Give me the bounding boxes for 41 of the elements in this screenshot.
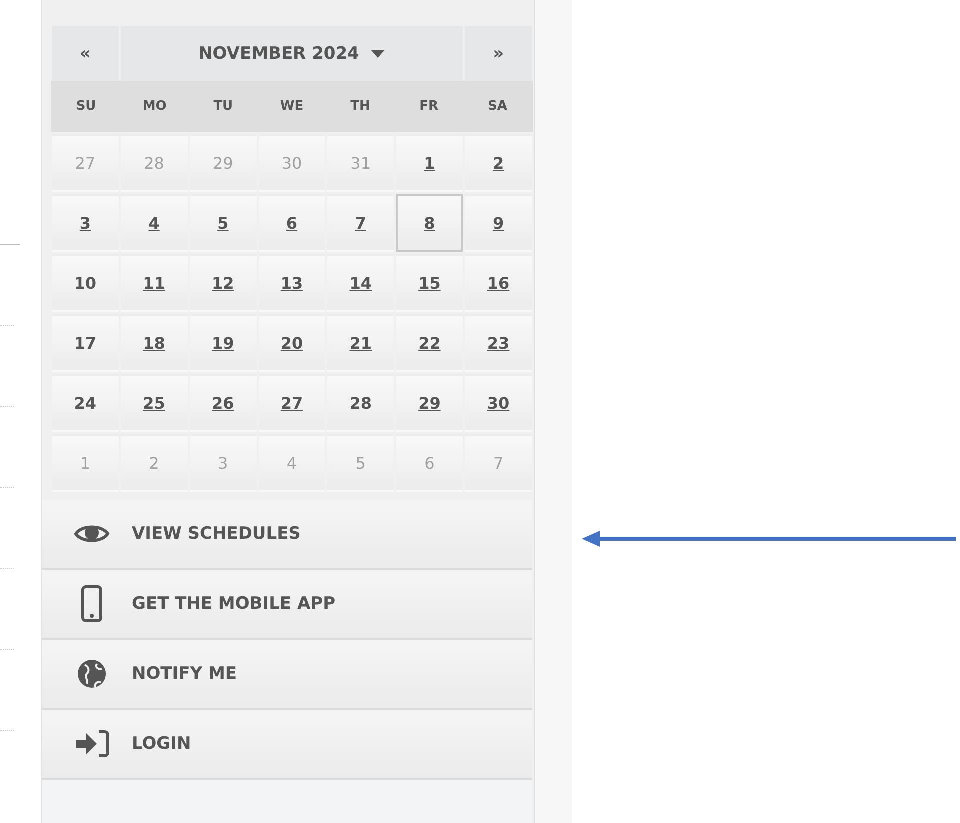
calendar-day[interactable]: 20: [258, 314, 326, 372]
calendar-day[interactable]: 18: [120, 314, 188, 372]
menu-item[interactable]: LOGIN: [42, 710, 532, 780]
calendar-day[interactable]: 11: [120, 254, 188, 312]
calendar-day[interactable]: 26: [190, 374, 257, 432]
calendar-day[interactable]: 15: [396, 254, 464, 312]
menu-item[interactable]: NOTIFY ME: [42, 640, 532, 710]
next-month-button[interactable]: »: [465, 26, 532, 81]
login-icon: [74, 729, 110, 759]
calendar-day[interactable]: 9: [465, 194, 532, 252]
calendar-day[interactable]: 10: [52, 254, 119, 312]
month-picker[interactable]: NOVEMBER 2024: [120, 26, 464, 81]
calendar-day[interactable]: 16: [465, 254, 532, 312]
calendar-day[interactable]: 6: [258, 194, 326, 252]
menu-item[interactable]: GET THE MOBILE APP: [42, 570, 532, 640]
phone-icon: [81, 585, 103, 623]
calendar-day[interactable]: 17: [52, 314, 119, 372]
calendar-day[interactable]: 3: [52, 194, 119, 252]
menu-item[interactable]: VIEW SCHEDULES: [42, 500, 532, 570]
globe-icon: [77, 659, 107, 689]
calendar-day[interactable]: 5: [190, 194, 257, 252]
calendar-day[interactable]: 7: [327, 194, 394, 252]
calendar-day[interactable]: 19: [190, 314, 257, 372]
calendar-day[interactable]: 8: [396, 194, 464, 252]
calendar-day[interactable]: 14: [327, 254, 394, 312]
calendar-day[interactable]: 28: [327, 374, 394, 432]
calendar-day[interactable]: 23: [465, 314, 532, 372]
calendar-day[interactable]: 25: [120, 374, 188, 432]
calendar-day[interactable]: 24: [52, 374, 119, 432]
calendar-day[interactable]: 30: [465, 374, 532, 432]
previous-month-button[interactable]: «: [52, 26, 119, 81]
caret-icon: [371, 50, 386, 58]
calendar-day[interactable]: 27: [258, 374, 326, 432]
calendar-day[interactable]: 4: [120, 194, 188, 252]
calendar-day[interactable]: 1: [396, 134, 464, 192]
calendar-day[interactable]: 13: [258, 254, 326, 312]
calendar-day[interactable]: 12: [190, 254, 257, 312]
calendar-day[interactable]: 21: [327, 314, 394, 372]
calendar-day[interactable]: 22: [396, 314, 464, 372]
calendar-day[interactable]: 2: [465, 134, 532, 192]
calendar-day[interactable]: 29: [396, 374, 464, 432]
